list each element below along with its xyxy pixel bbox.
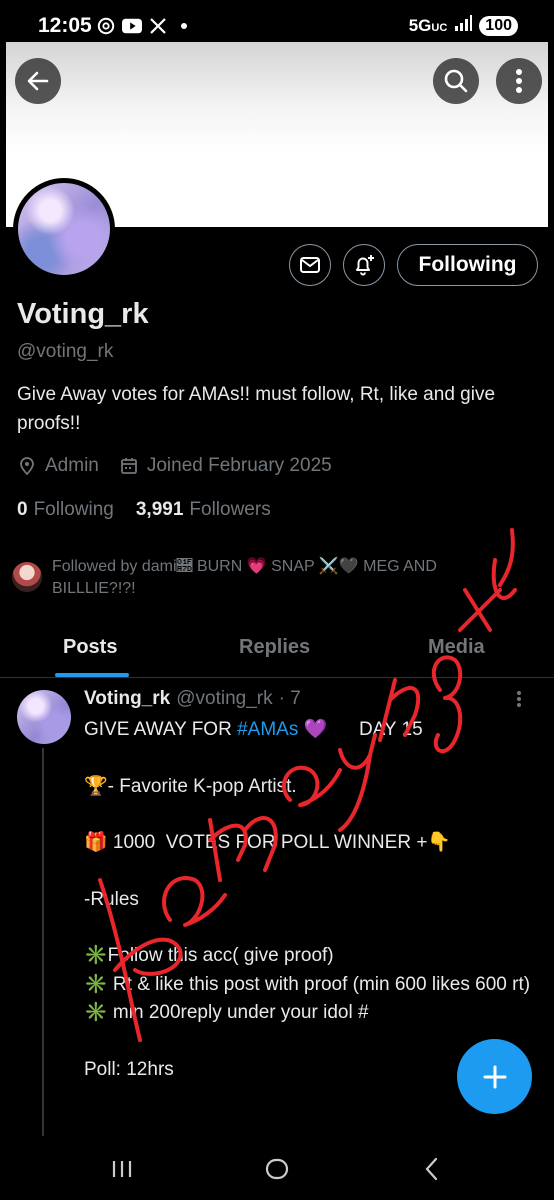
back-button[interactable] <box>15 58 61 104</box>
plus-icon <box>483 1065 506 1088</box>
profile-avatar[interactable] <box>13 178 115 280</box>
profile-meta: Admin Joined February 2025 <box>17 455 332 477</box>
status-app-icons <box>96 16 194 36</box>
post-more-button[interactable] <box>516 690 522 713</box>
message-button[interactable] <box>289 244 331 286</box>
more-options-button[interactable] <box>496 58 542 104</box>
active-tab-indicator <box>55 673 129 677</box>
tab-replies[interactable]: Replies <box>239 636 310 659</box>
battery-indicator: 100 <box>479 15 518 36</box>
back-arrow-icon <box>27 71 49 91</box>
profile-name: Voting_rk <box>17 298 149 330</box>
post-line: -Rules <box>84 888 139 910</box>
threads-icon <box>96 16 116 36</box>
more-vertical-icon <box>517 691 521 707</box>
profile-location: Admin <box>45 455 99 476</box>
post-line: ✳️ Rt & like this post with proof (min 6… <box>84 973 531 995</box>
post-line: ✳️ min 200reply under your idol # <box>84 1001 369 1023</box>
follow-stats: 0 Following 3,991 Followers <box>17 499 271 521</box>
post-line: 🎁 1000 VOTES FOR POLL WINNER +👇 <box>84 832 452 854</box>
post-line <box>84 744 544 772</box>
status-right: 5GUC 100 <box>409 15 518 36</box>
network-label: 5GUC <box>408 15 448 35</box>
mail-icon <box>300 257 320 273</box>
post-line: ✳️Follow this acc( give proof) <box>84 945 334 967</box>
chevron-left-icon <box>425 1157 438 1181</box>
post-header: Voting_rk @voting_rk · 7 <box>84 688 301 710</box>
signal-icon <box>454 15 473 36</box>
profile-tabs: Posts Replies Media <box>0 620 554 678</box>
followed-by-text: Followed by dami🩽 BURN 💗 SNAP ⚔️🖤 MEG AN… <box>52 558 437 597</box>
post-author-name[interactable]: Voting_rk <box>84 688 170 710</box>
hashtag-link[interactable]: #AMAs <box>237 719 298 740</box>
following-button[interactable]: Following <box>397 244 538 286</box>
profile-handle: @voting_rk <box>17 341 114 362</box>
status-time: 12:05 <box>38 14 92 37</box>
post-time: · 7 <box>278 688 301 709</box>
post-author-avatar[interactable] <box>17 690 71 744</box>
system-nav-bar <box>0 1140 554 1200</box>
notifications-button[interactable] <box>343 244 385 286</box>
notification-dot-icon <box>174 16 194 36</box>
post-line <box>84 801 544 829</box>
status-bar: 12:05 5GUC 100 <box>0 0 554 42</box>
home-button[interactable] <box>264 1156 290 1187</box>
following-link[interactable]: 0 Following <box>17 499 114 521</box>
post-line: 🏆- Favorite K-pop Artist. <box>84 775 297 797</box>
recents-icon <box>112 1161 132 1177</box>
search-button[interactable] <box>433 58 479 104</box>
system-back-button[interactable] <box>420 1156 444 1187</box>
x-icon <box>148 16 168 36</box>
more-vertical-icon <box>516 69 522 93</box>
post-author-handle: @voting_rk <box>176 688 273 709</box>
post-text: GIVE AWAY FOR #AMAs 💜 DAY 15 🏆- Favorite… <box>84 716 544 1084</box>
search-icon <box>444 69 468 93</box>
post-line <box>84 914 544 942</box>
tab-media[interactable]: Media <box>428 636 485 659</box>
followers-link[interactable]: 3,991 Followers <box>136 499 271 521</box>
thread-line <box>42 748 44 1136</box>
compose-button[interactable] <box>457 1039 532 1114</box>
youtube-icon <box>122 16 142 36</box>
location-icon <box>20 457 34 476</box>
follower-avatar <box>12 562 42 592</box>
followed-by[interactable]: Followed by dami🩽 BURN 💗 SNAP ⚔️🖤 MEG AN… <box>12 556 522 600</box>
bell-plus-icon <box>356 255 374 276</box>
post-line: GIVE AWAY FOR #AMAs 💜 DAY 15 <box>84 719 423 740</box>
recent-apps-button[interactable] <box>110 1157 134 1186</box>
tab-posts[interactable]: Posts <box>63 636 117 659</box>
profile-bio: Give Away votes for AMAs!! must follow, … <box>17 384 496 434</box>
post-line <box>84 857 544 885</box>
profile-joined: Joined February 2025 <box>146 455 332 476</box>
home-icon <box>265 1158 289 1180</box>
calendar-icon <box>120 458 137 474</box>
